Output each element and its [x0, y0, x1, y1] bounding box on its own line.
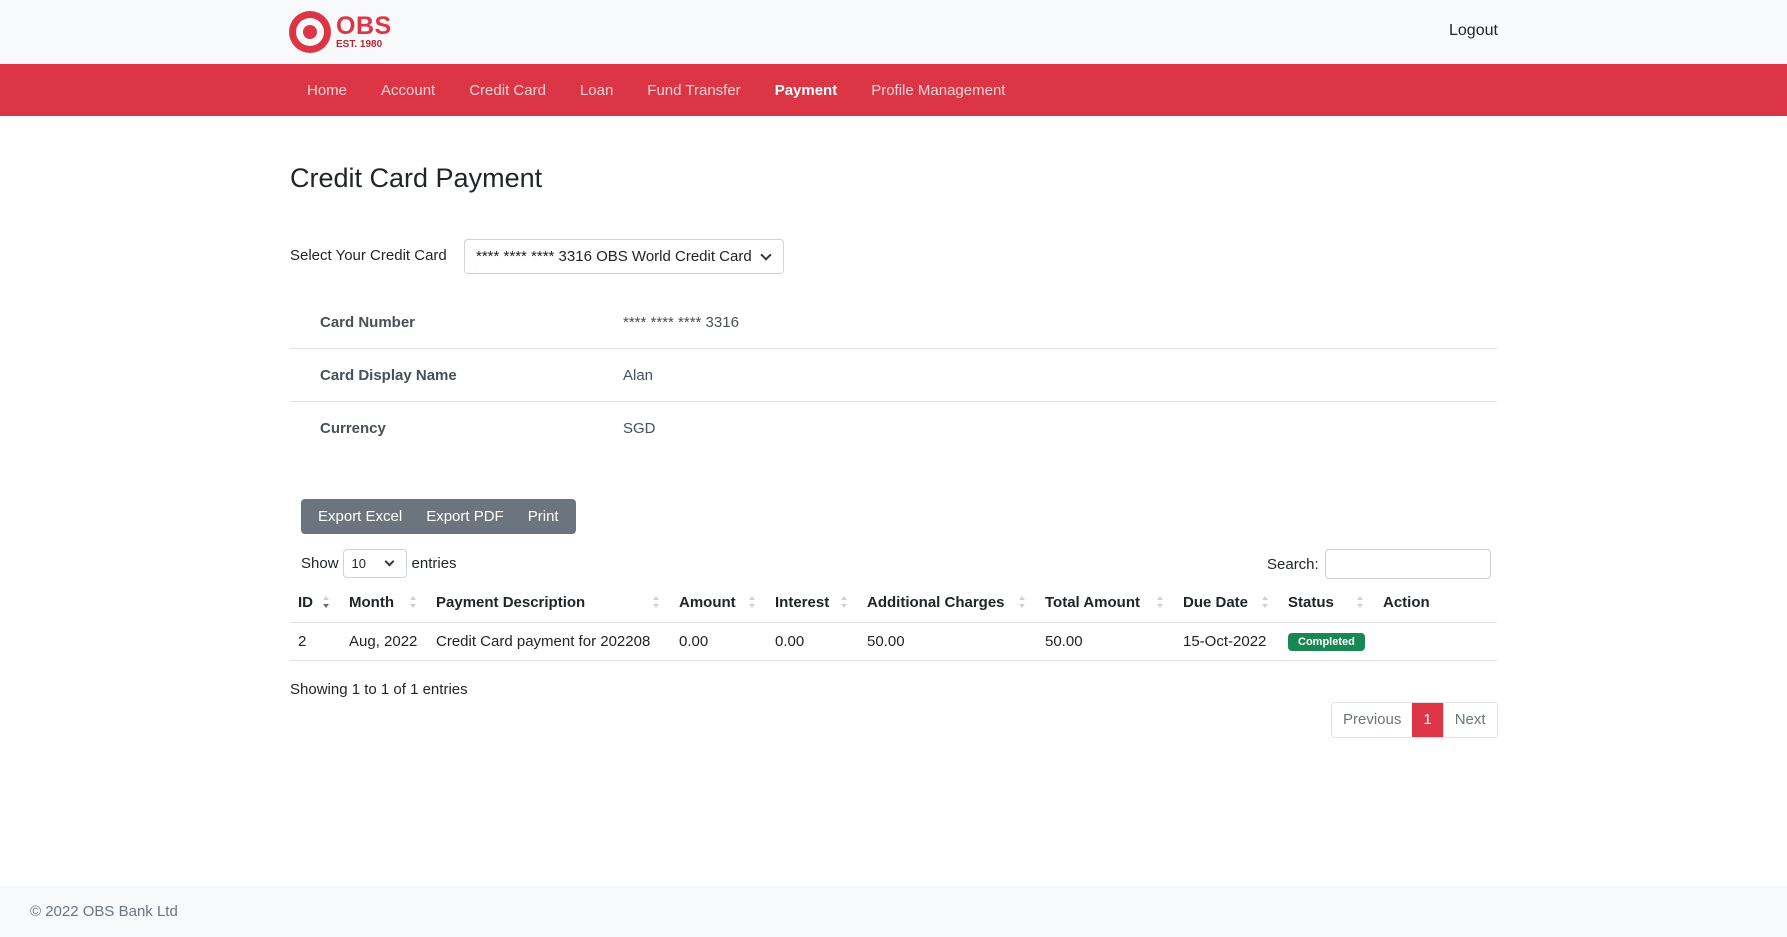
chevron-down-icon — [384, 556, 394, 567]
table-header-row: ID Month Payment Description Amount Inte… — [290, 583, 1497, 623]
next-page-button[interactable]: Next — [1442, 703, 1497, 737]
nav-items: Home Account Credit Card Loan Fund Trans… — [290, 64, 1022, 116]
pagination: Previous 1 Next — [1331, 702, 1498, 738]
credit-card-select-value: **** **** **** 3316 OBS World Credit Car… — [476, 248, 752, 265]
cell-action — [1375, 622, 1497, 661]
column-header-interest[interactable]: Interest — [767, 583, 859, 623]
export-button-group: Export Excel Export PDF Print — [301, 499, 576, 534]
page-button-1[interactable]: 1 — [1412, 703, 1443, 737]
sort-icon — [1157, 596, 1163, 610]
cell-amount: 0.00 — [671, 622, 767, 661]
sort-icon — [1357, 596, 1363, 610]
card-info-row: Card Display Name Alan — [290, 349, 1497, 402]
column-header-action: Action — [1375, 583, 1497, 623]
nav-item-account[interactable]: Account — [364, 82, 452, 99]
sort-icon — [1019, 596, 1025, 610]
sort-icon — [841, 596, 847, 610]
currency-label: Currency — [320, 420, 386, 437]
column-header-amount[interactable]: Amount — [671, 583, 767, 623]
card-number-label: Card Number — [320, 314, 416, 331]
currency-value: SGD — [623, 420, 656, 437]
entries-per-page-value: 10 — [351, 556, 366, 571]
nav-item-loan[interactable]: Loan — [563, 82, 630, 99]
cell-id: 2 — [290, 622, 341, 661]
cell-total-amount: 50.00 — [1037, 622, 1175, 661]
show-entries-control: Show 10 entries — [301, 549, 457, 578]
entries-per-page-select[interactable]: 10 — [342, 549, 407, 578]
export-pdf-button[interactable]: Export PDF — [414, 499, 516, 534]
copyright-text: © 2022 OBS Bank Ltd — [30, 903, 178, 920]
table-info: Showing 1 to 1 of 1 entries — [290, 681, 468, 698]
card-display-name-value: Alan — [623, 367, 654, 384]
logout-link[interactable]: Logout — [1449, 22, 1498, 40]
sort-icon — [323, 596, 329, 610]
main-navbar: Home Account Credit Card Loan Fund Trans… — [0, 64, 1787, 116]
column-header-id[interactable]: ID — [290, 583, 341, 623]
chevron-down-icon — [760, 249, 772, 261]
nav-item-payment[interactable]: Payment — [758, 82, 855, 99]
logo-established: EST. 1980 — [336, 39, 383, 50]
payment-table: ID Month Payment Description Amount Inte… — [290, 583, 1497, 661]
column-header-due-date[interactable]: Due Date — [1175, 583, 1280, 623]
sort-icon — [410, 596, 416, 610]
sort-icon — [1262, 596, 1268, 610]
search-label: Search: — [1267, 555, 1319, 573]
card-info-row: Currency SGD — [290, 402, 1497, 455]
nav-item-fund-transfer[interactable]: Fund Transfer — [630, 82, 757, 99]
nav-item-credit-card[interactable]: Credit Card — [452, 82, 563, 99]
cell-interest: 0.00 — [767, 622, 859, 661]
card-info-row: Card Number **** **** **** 3316 — [290, 296, 1497, 349]
page-title: Credit Card Payment — [290, 163, 543, 193]
entries-label: entries — [411, 555, 457, 572]
logo-text: OBS EST. 1980 — [336, 14, 392, 50]
card-display-name-label: Card Display Name — [320, 367, 457, 384]
print-button[interactable]: Print — [516, 499, 571, 534]
column-header-month[interactable]: Month — [341, 583, 428, 623]
column-header-payment-description[interactable]: Payment Description — [428, 583, 671, 623]
cell-month: Aug, 2022 — [341, 622, 428, 661]
table-search: Search: — [1267, 549, 1491, 579]
obs-logo-icon — [289, 11, 331, 53]
previous-page-button[interactable]: Previous — [1332, 703, 1413, 737]
credit-card-select[interactable]: **** **** **** 3316 OBS World Credit Car… — [464, 239, 784, 274]
card-number-value: **** **** **** 3316 — [623, 314, 739, 331]
nav-item-profile-management[interactable]: Profile Management — [854, 82, 1022, 99]
column-header-status[interactable]: Status — [1280, 583, 1375, 623]
footer: © 2022 OBS Bank Ltd — [0, 886, 1787, 937]
logo-name: OBS — [336, 12, 392, 40]
show-label: Show — [301, 555, 339, 572]
nav-item-home[interactable]: Home — [290, 82, 364, 99]
export-excel-button[interactable]: Export Excel — [306, 499, 414, 534]
sort-icon — [653, 596, 659, 610]
cell-additional-charges: 50.00 — [859, 622, 1037, 661]
search-input[interactable] — [1324, 549, 1491, 579]
cell-status: Completed — [1280, 622, 1375, 661]
column-header-total-amount[interactable]: Total Amount — [1037, 583, 1175, 623]
card-info-table: Card Number **** **** **** 3316 Card Dis… — [290, 296, 1497, 455]
cell-due-date: 15-Oct-2022 — [1175, 622, 1280, 661]
column-header-additional-charges[interactable]: Additional Charges — [859, 583, 1037, 623]
cell-payment-description: Credit Card payment for 202208 — [428, 622, 671, 661]
status-badge: Completed — [1288, 632, 1365, 651]
credit-card-select-label: Select Your Credit Card — [290, 247, 447, 264]
table-row: 2 Aug, 2022 Credit Card payment for 2022… — [290, 622, 1497, 661]
sort-icon — [749, 596, 755, 610]
top-header: OBS EST. 1980 Logout — [0, 0, 1787, 64]
obs-logo[interactable]: OBS EST. 1980 — [289, 10, 392, 54]
